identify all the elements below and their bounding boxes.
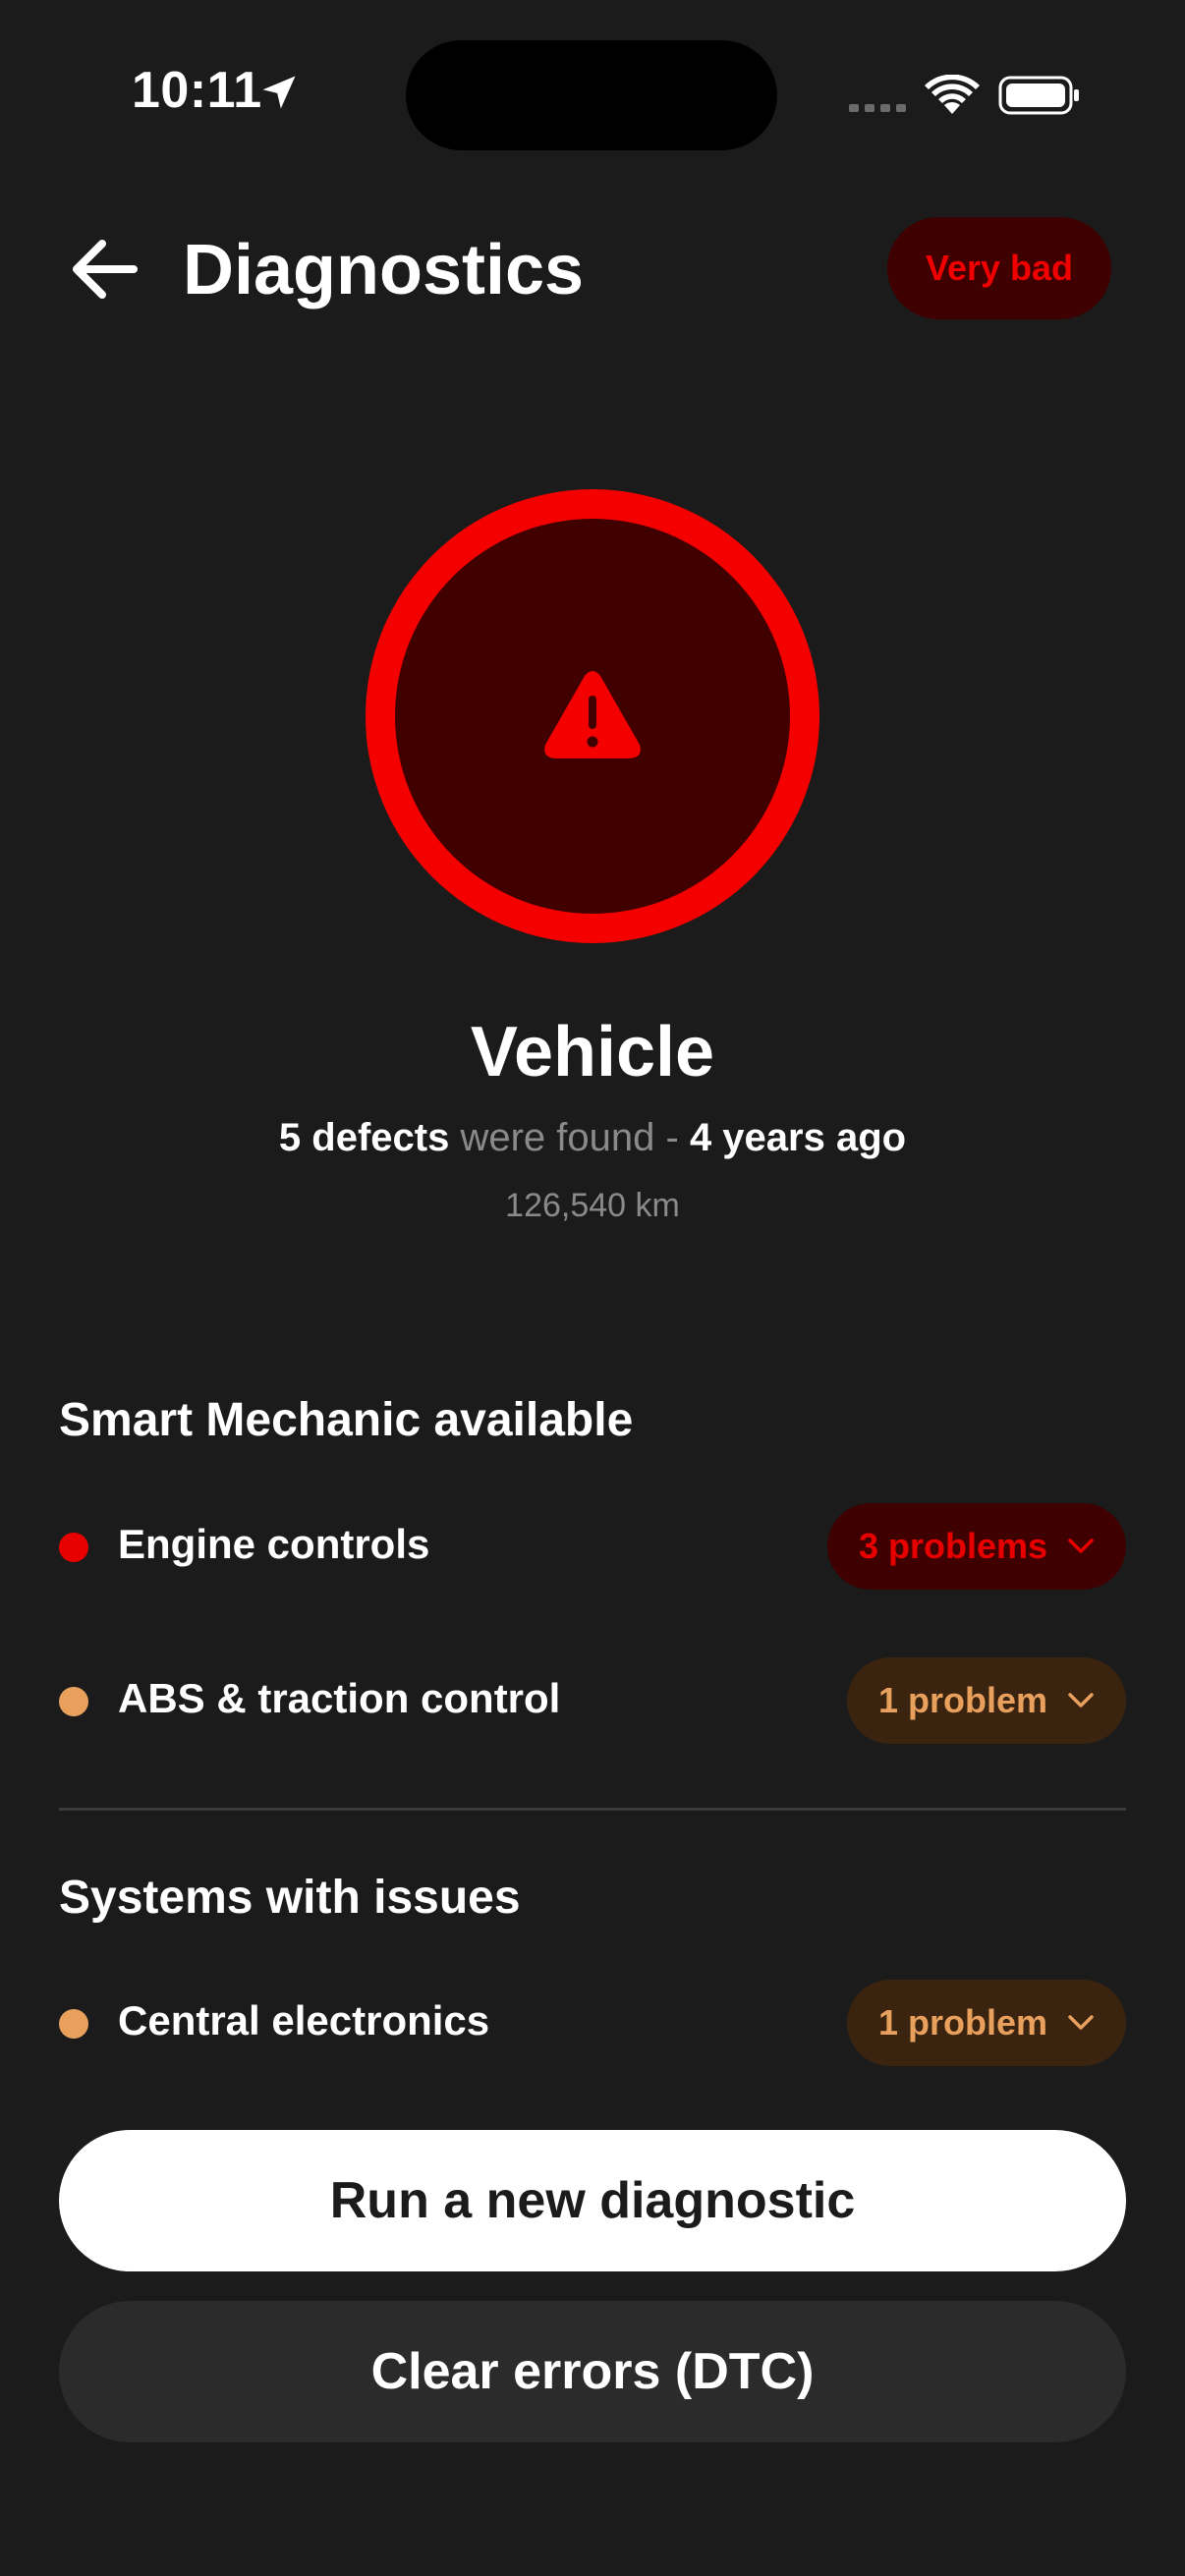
status-time: 10:11 (132, 62, 262, 119)
list-item-label: Central electronics (118, 1997, 490, 2044)
problems-count: 1 problem (877, 1680, 1047, 1720)
dynamic-island (406, 40, 777, 150)
problems-pill[interactable]: 1 problem (846, 1980, 1126, 2066)
run-diagnostic-button[interactable]: Run a new diagnostic (59, 2130, 1126, 2271)
section-title-smart-mechanic: Smart Mechanic available (59, 1394, 634, 1446)
list-item-central-electronics[interactable]: Central electronics 1 problem (59, 1980, 1126, 2068)
list-item-label: Engine controls (118, 1521, 430, 1567)
back-arrow-icon[interactable] (65, 228, 147, 310)
status-badge: Very bad (887, 217, 1111, 319)
problems-pill[interactable]: 3 problems (826, 1503, 1126, 1590)
problems-count: 1 problem (877, 2002, 1047, 2043)
severity-dot (59, 1687, 88, 1716)
list-item-engine-controls[interactable]: Engine controls 3 problems (59, 1503, 1126, 1592)
list-item-label: ABS & traction control (118, 1675, 561, 1721)
chevron-down-icon (1068, 1693, 1094, 1708)
clear-errors-button[interactable]: Clear errors (DTC) (59, 2301, 1126, 2442)
chevron-down-icon (1068, 2015, 1094, 2030)
defects-when: 4 years ago (689, 1116, 907, 1159)
problems-pill[interactable]: 1 problem (846, 1657, 1126, 1744)
page-title: Diagnostics (183, 231, 585, 309)
battery-icon (998, 76, 1079, 115)
severity-dot (59, 2009, 88, 2039)
cellular-signal-icon (849, 104, 906, 112)
warning-triangle-icon (544, 671, 641, 758)
severity-dot (59, 1533, 88, 1562)
location-arrow-icon (262, 76, 296, 109)
list-item-abs-traction[interactable]: ABS & traction control 1 problem (59, 1657, 1126, 1746)
wifi-icon (925, 75, 980, 114)
section-title-systems-issues: Systems with issues (59, 1872, 521, 1924)
chevron-down-icon (1068, 1539, 1094, 1553)
section-divider (59, 1808, 1126, 1811)
defects-count: 5 defects (278, 1116, 450, 1159)
defects-mid-text: were found - (460, 1116, 679, 1159)
vehicle-title: Vehicle (470, 1013, 715, 1092)
problems-count: 3 problems (858, 1526, 1047, 1566)
mileage: 126,540 km (505, 1187, 680, 1224)
defects-summary: 5 defects were found - 4 years ago (0, 1116, 1185, 1160)
